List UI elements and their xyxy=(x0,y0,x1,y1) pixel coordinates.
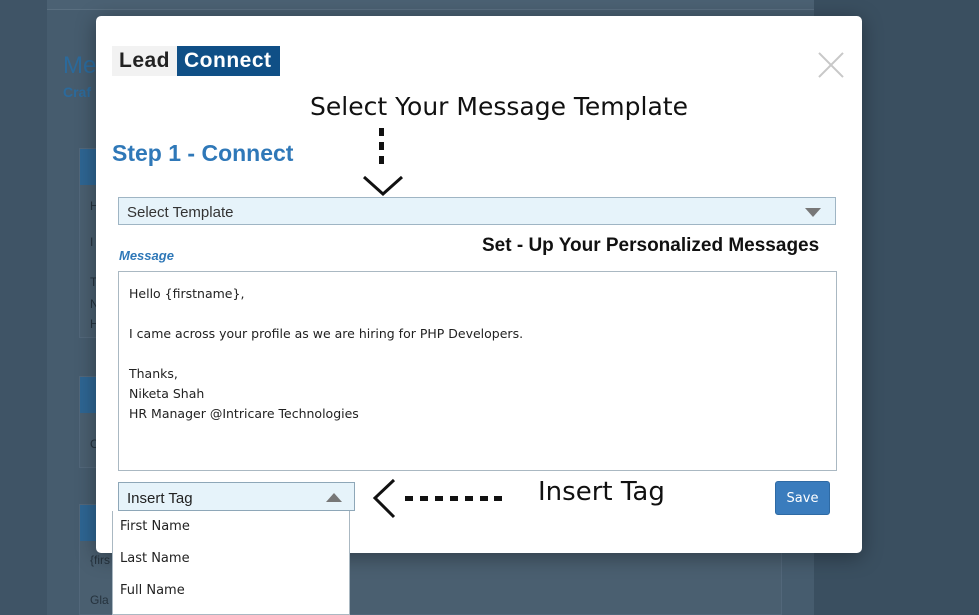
background-title: Me xyxy=(63,52,97,79)
template-select[interactable]: Select Template xyxy=(118,197,836,225)
message-line: Niketa Shah xyxy=(129,386,205,401)
annotation-insert-tag: Insert Tag xyxy=(538,477,665,507)
tag-option-first-name[interactable]: First Name xyxy=(113,511,349,543)
message-label: Message xyxy=(119,248,174,263)
insert-tag-value: Insert Tag xyxy=(127,490,193,507)
message-line: Thanks, xyxy=(129,366,178,381)
insert-tag-options: First Name Last Name Full Name xyxy=(112,511,350,615)
message-line: Hello {firstname}, xyxy=(129,286,245,301)
logo-connect-text: Connect xyxy=(177,46,280,76)
save-button[interactable]: Save xyxy=(775,481,830,515)
background-snippet: {firs xyxy=(90,553,111,567)
message-line: HR Manager @Intricare Technologies xyxy=(129,406,359,421)
background-snippet: I xyxy=(90,235,94,249)
logo-lead-text: Lead xyxy=(112,46,178,76)
message-line: I came across your profile as we are hir… xyxy=(129,326,524,341)
close-icon[interactable] xyxy=(816,50,846,80)
step-title: Step 1 - Connect xyxy=(112,140,294,166)
leadconnect-modal: Lead Connect Select Your Message Templat… xyxy=(96,16,862,553)
tag-option-last-name[interactable]: Last Name xyxy=(113,543,349,575)
chevron-down-icon xyxy=(805,208,821,217)
annotation-select-template: Select Your Message Template xyxy=(310,92,688,121)
annotation-personalize: Set - Up Your Personalized Messages xyxy=(482,235,820,256)
insert-tag-select[interactable]: Insert Tag xyxy=(118,482,355,511)
tag-option-full-name[interactable]: Full Name xyxy=(113,575,349,607)
background-subtitle: Craf xyxy=(63,84,92,100)
chevron-up-icon xyxy=(326,493,342,502)
leadconnect-logo: Lead Connect xyxy=(112,46,280,76)
message-textarea[interactable]: Hello {firstname}, I came across your pr… xyxy=(118,271,837,471)
template-select-value: Select Template xyxy=(127,204,234,221)
background-snippet: Gla xyxy=(90,593,109,607)
background-topbar xyxy=(47,0,814,10)
